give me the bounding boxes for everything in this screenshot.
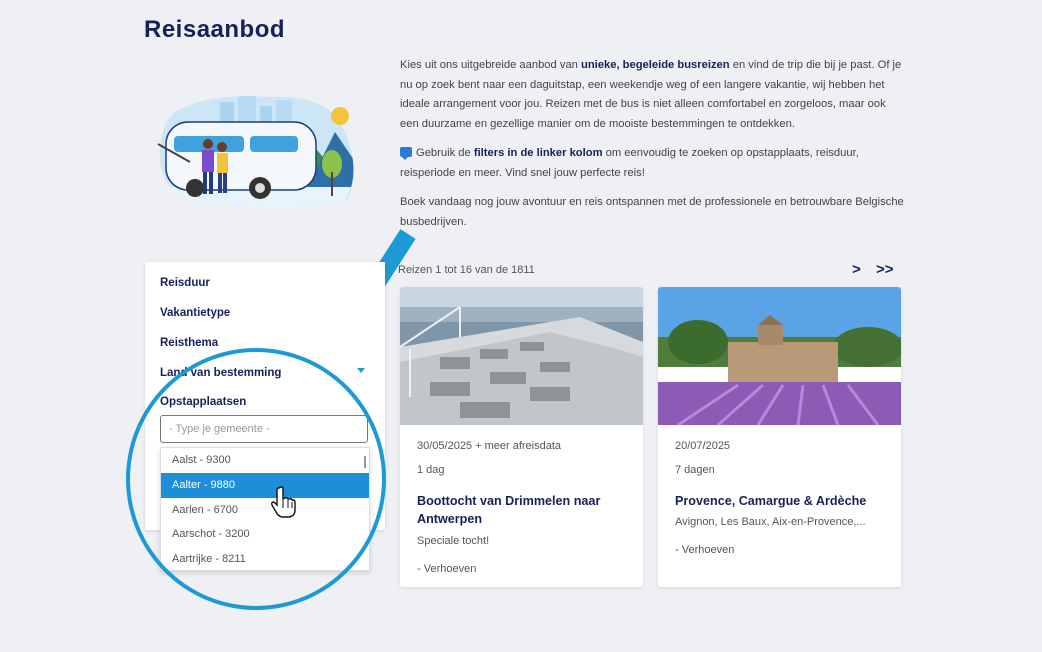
intro-paragraph-1: Kies uit ons uitgebreide aanbod van unie… <box>400 59 902 130</box>
page-title: Reisaanbod <box>144 16 286 43</box>
trip-operator: - Verhoeven <box>417 563 477 575</box>
trip-operator: - Verhoeven <box>675 544 735 556</box>
caret-down-icon[interactable] <box>357 368 365 373</box>
trip-duration: 7 dagen <box>675 464 715 476</box>
pager-next-button[interactable]: > <box>852 261 861 278</box>
trip-card[interactable]: 30/05/2025 + meer afreisdata 1 dag Boott… <box>400 287 643 587</box>
trip-title[interactable]: Provence, Camargue & Ardèche <box>675 492 890 510</box>
chat-icon <box>400 147 412 160</box>
trip-subtitle: Avignon, Les Baux, Aix-en-Provence,... <box>675 516 866 528</box>
trip-card[interactable]: 20/07/2025 7 dagen Provence, Camargue & … <box>658 287 901 587</box>
intro-paragraph-2: Gebruik de filters in de linker kolom om… <box>400 147 859 179</box>
intro-paragraph-3: Boek vandaag nog jouw avontuur en reis o… <box>400 196 904 228</box>
hand-pointer-icon <box>271 486 296 518</box>
intro-text: Kies uit ons uitgebreide aanbod van unie… <box>400 56 905 242</box>
filter-vakantietype[interactable]: Vakantietype <box>160 307 230 319</box>
trip-image-boat <box>400 287 643 425</box>
trip-date: 20/07/2025 <box>675 440 731 452</box>
highlight-circle <box>126 348 386 610</box>
trip-date: 30/05/2025 + meer afreisdata <box>417 440 562 452</box>
filter-reisduur[interactable]: Reisduur <box>160 277 210 289</box>
results-count: Reizen 1 tot 16 van de 1811 <box>398 264 535 276</box>
trip-image-lavender <box>658 287 901 425</box>
trip-duration: 1 dag <box>417 464 445 476</box>
hero-illustration <box>157 96 354 207</box>
filter-reisthema[interactable]: Reisthema <box>160 337 218 349</box>
pager-last-button[interactable]: >> <box>876 261 894 278</box>
trip-subtitle: Speciale tocht! <box>417 535 490 547</box>
trip-title[interactable]: Boottocht van Drimmelen naar Antwerpen <box>417 492 632 528</box>
